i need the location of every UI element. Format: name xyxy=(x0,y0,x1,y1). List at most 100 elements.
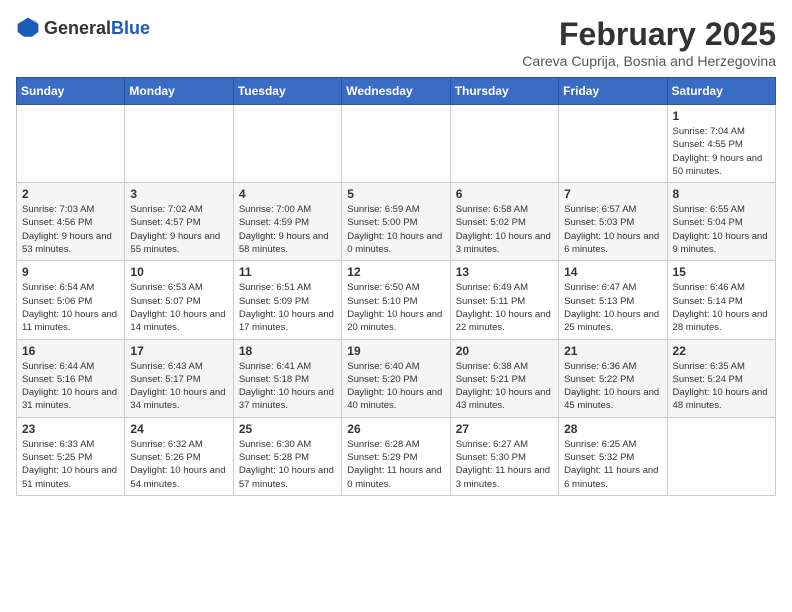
calendar-table: SundayMondayTuesdayWednesdayThursdayFrid… xyxy=(16,77,776,496)
calendar-cell: 20 Sunrise: 6:38 AM Sunset: 5:21 PM Dayli… xyxy=(450,339,558,417)
day-number: 5 xyxy=(347,187,444,201)
calendar-cell: 3 Sunrise: 7:02 AM Sunset: 4:57 PM Daylig… xyxy=(125,183,233,261)
calendar-cell: 26 Sunrise: 6:28 AM Sunset: 5:29 PM Dayli… xyxy=(342,417,450,495)
day-number: 11 xyxy=(239,265,336,279)
calendar-week-row: 9 Sunrise: 6:54 AM Sunset: 5:06 PM Daylig… xyxy=(17,261,776,339)
day-info: Sunrise: 6:51 AM Sunset: 5:09 PM Dayligh… xyxy=(239,281,336,334)
calendar-cell: 1 Sunrise: 7:04 AM Sunset: 4:55 PM Daylig… xyxy=(667,105,775,183)
logo-text-blue: Blue xyxy=(111,18,150,38)
day-info: Sunrise: 6:25 AM Sunset: 5:32 PM Dayligh… xyxy=(564,438,661,491)
calendar-cell: 18 Sunrise: 6:41 AM Sunset: 5:18 PM Dayli… xyxy=(233,339,341,417)
weekday-header: Saturday xyxy=(667,78,775,105)
location: Careva Cuprija, Bosnia and Herzegovina xyxy=(522,53,776,69)
day-number: 18 xyxy=(239,344,336,358)
day-number: 24 xyxy=(130,422,227,436)
day-info: Sunrise: 6:32 AM Sunset: 5:26 PM Dayligh… xyxy=(130,438,227,491)
weekday-header: Thursday xyxy=(450,78,558,105)
day-number: 8 xyxy=(673,187,770,201)
calendar-cell: 24 Sunrise: 6:32 AM Sunset: 5:26 PM Dayli… xyxy=(125,417,233,495)
calendar-cell: 6 Sunrise: 6:58 AM Sunset: 5:02 PM Daylig… xyxy=(450,183,558,261)
weekday-header: Monday xyxy=(125,78,233,105)
calendar-cell: 14 Sunrise: 6:47 AM Sunset: 5:13 PM Dayli… xyxy=(559,261,667,339)
day-info: Sunrise: 6:54 AM Sunset: 5:06 PM Dayligh… xyxy=(22,281,119,334)
calendar-cell: 4 Sunrise: 7:00 AM Sunset: 4:59 PM Daylig… xyxy=(233,183,341,261)
day-info: Sunrise: 6:33 AM Sunset: 5:25 PM Dayligh… xyxy=(22,438,119,491)
weekday-header: Wednesday xyxy=(342,78,450,105)
day-number: 12 xyxy=(347,265,444,279)
weekday-header: Sunday xyxy=(17,78,125,105)
calendar-cell: 11 Sunrise: 6:51 AM Sunset: 5:09 PM Dayli… xyxy=(233,261,341,339)
day-info: Sunrise: 6:38 AM Sunset: 5:21 PM Dayligh… xyxy=(456,360,553,413)
title-area: February 2025 Careva Cuprija, Bosnia and… xyxy=(522,16,776,69)
calendar-cell xyxy=(125,105,233,183)
logo: GeneralBlue xyxy=(16,16,150,40)
day-info: Sunrise: 7:04 AM Sunset: 4:55 PM Dayligh… xyxy=(673,125,770,178)
day-number: 9 xyxy=(22,265,119,279)
day-number: 6 xyxy=(456,187,553,201)
calendar-week-row: 2 Sunrise: 7:03 AM Sunset: 4:56 PM Daylig… xyxy=(17,183,776,261)
logo-icon xyxy=(16,16,40,40)
day-number: 14 xyxy=(564,265,661,279)
day-number: 16 xyxy=(22,344,119,358)
day-number: 21 xyxy=(564,344,661,358)
calendar-cell xyxy=(559,105,667,183)
day-number: 22 xyxy=(673,344,770,358)
day-info: Sunrise: 6:58 AM Sunset: 5:02 PM Dayligh… xyxy=(456,203,553,256)
day-info: Sunrise: 6:43 AM Sunset: 5:17 PM Dayligh… xyxy=(130,360,227,413)
day-info: Sunrise: 6:47 AM Sunset: 5:13 PM Dayligh… xyxy=(564,281,661,334)
day-info: Sunrise: 7:00 AM Sunset: 4:59 PM Dayligh… xyxy=(239,203,336,256)
calendar-cell xyxy=(342,105,450,183)
calendar-cell: 17 Sunrise: 6:43 AM Sunset: 5:17 PM Dayli… xyxy=(125,339,233,417)
day-info: Sunrise: 7:02 AM Sunset: 4:57 PM Dayligh… xyxy=(130,203,227,256)
calendar-cell: 2 Sunrise: 7:03 AM Sunset: 4:56 PM Daylig… xyxy=(17,183,125,261)
calendar-cell: 5 Sunrise: 6:59 AM Sunset: 5:00 PM Daylig… xyxy=(342,183,450,261)
day-info: Sunrise: 6:44 AM Sunset: 5:16 PM Dayligh… xyxy=(22,360,119,413)
day-number: 17 xyxy=(130,344,227,358)
day-info: Sunrise: 6:30 AM Sunset: 5:28 PM Dayligh… xyxy=(239,438,336,491)
day-info: Sunrise: 7:03 AM Sunset: 4:56 PM Dayligh… xyxy=(22,203,119,256)
day-number: 20 xyxy=(456,344,553,358)
day-info: Sunrise: 6:46 AM Sunset: 5:14 PM Dayligh… xyxy=(673,281,770,334)
calendar-week-row: 23 Sunrise: 6:33 AM Sunset: 5:25 PM Dayli… xyxy=(17,417,776,495)
day-number: 7 xyxy=(564,187,661,201)
calendar-cell: 25 Sunrise: 6:30 AM Sunset: 5:28 PM Dayli… xyxy=(233,417,341,495)
day-number: 28 xyxy=(564,422,661,436)
day-info: Sunrise: 6:40 AM Sunset: 5:20 PM Dayligh… xyxy=(347,360,444,413)
day-number: 25 xyxy=(239,422,336,436)
day-info: Sunrise: 6:41 AM Sunset: 5:18 PM Dayligh… xyxy=(239,360,336,413)
calendar-cell: 9 Sunrise: 6:54 AM Sunset: 5:06 PM Daylig… xyxy=(17,261,125,339)
day-info: Sunrise: 6:57 AM Sunset: 5:03 PM Dayligh… xyxy=(564,203,661,256)
day-number: 2 xyxy=(22,187,119,201)
day-number: 27 xyxy=(456,422,553,436)
day-info: Sunrise: 6:53 AM Sunset: 5:07 PM Dayligh… xyxy=(130,281,227,334)
day-info: Sunrise: 6:28 AM Sunset: 5:29 PM Dayligh… xyxy=(347,438,444,491)
calendar-cell: 28 Sunrise: 6:25 AM Sunset: 5:32 PM Dayli… xyxy=(559,417,667,495)
day-number: 26 xyxy=(347,422,444,436)
calendar-cell xyxy=(450,105,558,183)
day-info: Sunrise: 6:55 AM Sunset: 5:04 PM Dayligh… xyxy=(673,203,770,256)
calendar-cell: 27Sunrise: 6:27 AM Sunset: 5:30 PM Dayli… xyxy=(450,417,558,495)
day-number: 19 xyxy=(347,344,444,358)
calendar-cell: 8 Sunrise: 6:55 AM Sunset: 5:04 PM Daylig… xyxy=(667,183,775,261)
logo-text-general: General xyxy=(44,18,111,38)
calendar-cell: 21Sunrise: 6:36 AM Sunset: 5:22 PM Dayli… xyxy=(559,339,667,417)
calendar-cell: 7 Sunrise: 6:57 AM Sunset: 5:03 PM Daylig… xyxy=(559,183,667,261)
day-number: 4 xyxy=(239,187,336,201)
calendar-cell: 16 Sunrise: 6:44 AM Sunset: 5:16 PM Dayli… xyxy=(17,339,125,417)
calendar-cell: 15 Sunrise: 6:46 AM Sunset: 5:14 PM Dayli… xyxy=(667,261,775,339)
page-header: GeneralBlue February 2025 Careva Cuprija… xyxy=(16,16,776,69)
day-info: Sunrise: 6:59 AM Sunset: 5:00 PM Dayligh… xyxy=(347,203,444,256)
day-info: Sunrise: 6:50 AM Sunset: 5:10 PM Dayligh… xyxy=(347,281,444,334)
day-number: 15 xyxy=(673,265,770,279)
day-number: 23 xyxy=(22,422,119,436)
day-number: 3 xyxy=(130,187,227,201)
day-info: Sunrise: 6:35 AM Sunset: 5:24 PM Dayligh… xyxy=(673,360,770,413)
day-number: 1 xyxy=(673,109,770,123)
day-info: Sunrise: 6:49 AM Sunset: 5:11 PM Dayligh… xyxy=(456,281,553,334)
weekday-header: Friday xyxy=(559,78,667,105)
weekday-header: Tuesday xyxy=(233,78,341,105)
day-number: 13 xyxy=(456,265,553,279)
weekday-header-row: SundayMondayTuesdayWednesdayThursdayFrid… xyxy=(17,78,776,105)
calendar-cell: 13 Sunrise: 6:49 AM Sunset: 5:11 PM Dayli… xyxy=(450,261,558,339)
calendar-cell xyxy=(17,105,125,183)
